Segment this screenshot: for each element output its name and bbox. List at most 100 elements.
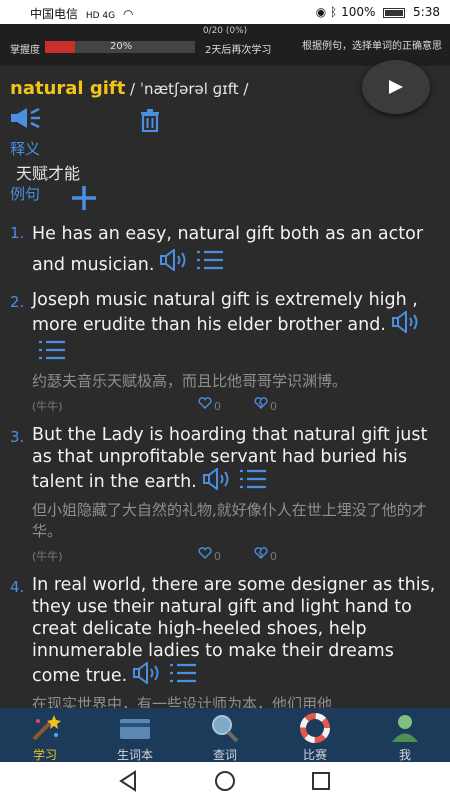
list-icon [239, 469, 266, 489]
example-number: 2. [10, 293, 25, 311]
list-icon [197, 250, 224, 270]
mastery-label: 掌握度 [10, 45, 40, 56]
status-bar: 中国电信 HD 4G ◠ ◉ ᛒ 100% 5:38 [0, 0, 450, 24]
like-button[interactable]: 0 [198, 397, 221, 413]
tab-label: 学习 [32, 748, 57, 762]
example-translation: 在现实世界中，有一些设计师为本，他们用他 [32, 695, 333, 708]
tab-study[interactable]: 学习 [0, 710, 90, 762]
tab-label: 比赛 [302, 748, 327, 762]
meaning-label: 释义 [10, 140, 41, 158]
bluetooth-icon: ᛒ [330, 5, 338, 19]
tab-lookup[interactable]: 查词 [180, 710, 270, 762]
instruction-hint: 根据例句，选择单词的正确意思 [302, 41, 442, 52]
play-button[interactable] [362, 60, 430, 114]
list-icon [39, 340, 65, 360]
example-list-button[interactable] [169, 662, 197, 690]
broken-heart-icon [254, 547, 268, 559]
example-number: 3. [10, 428, 25, 446]
battery-percent: 100% [341, 5, 376, 19]
clock: 5:38 [413, 5, 440, 19]
like-button[interactable]: 0 [198, 547, 221, 563]
megaphone-icon [11, 107, 40, 129]
example-translation: 但小姐隐藏了大自然的礼物,就好像仆人在世上埋没了他的才华。 [32, 501, 427, 540]
example-meta: (牛牛) 0 0 [32, 396, 440, 416]
tab-label: 生词本 [116, 748, 153, 762]
headword: natural gift [10, 78, 126, 99]
speaker-icon [160, 248, 186, 272]
example-speaker-button[interactable] [391, 310, 422, 339]
example-item: 3. But the Lady is hoarding that natural… [10, 424, 440, 566]
meaning-text: 天赋才能 [16, 164, 81, 183]
home-icon[interactable] [214, 770, 236, 792]
session-progress: 0/20 (0%) [202, 26, 248, 36]
example-sentence[interactable]: Joseph music natural gift is extremely h… [32, 290, 418, 335]
example-item: 2. Joseph music natural gift is extremel… [10, 289, 440, 416]
like-count: 0 [214, 399, 221, 413]
example-number: 1. [10, 224, 25, 242]
examples-label: 例句 [10, 185, 41, 203]
play-icon [389, 80, 403, 94]
study-info-bar: 0/20 (0%) 掌握度 20% 2天后再次学习 根据例句，选择单词的正确意思 [0, 24, 450, 66]
mastery-percent: 20% [110, 41, 133, 52]
pronounce-button[interactable] [10, 107, 42, 133]
battery-icon [383, 7, 406, 18]
dislike-count: 0 [270, 399, 277, 413]
example-sentence-container: Joseph music natural gift is extremely h… [32, 289, 440, 367]
example-translation: 约瑟夫音乐天赋极高，而且比他哥哥学识渊博。 [32, 372, 348, 390]
heart-icon [198, 547, 212, 559]
example-speaker-button[interactable] [160, 248, 190, 281]
recents-icon[interactable] [311, 770, 331, 792]
example-sentence[interactable]: In real world, there are some designer a… [32, 575, 435, 686]
example-list-button[interactable] [38, 339, 66, 367]
tab-label: 我 [398, 748, 411, 762]
phonetic: / ˈnætʃərəl ɡɪft / [130, 80, 249, 98]
example-source: (牛牛) [32, 400, 63, 413]
like-count: 0 [214, 549, 221, 563]
example-number: 4. [10, 578, 25, 596]
system-nav-bar [0, 762, 450, 800]
example-list-button[interactable] [239, 468, 267, 496]
speaker-icon [391, 310, 418, 334]
add-example-button[interactable] [70, 184, 98, 216]
speaker-icon [133, 661, 159, 685]
speaker-icon [202, 467, 229, 491]
example-item: 1. He has an easy, natural gift both as … [10, 220, 440, 281]
examples-list: 1. He has an easy, natural gift both as … [10, 220, 440, 708]
example-sentence[interactable]: He has an easy, natural gift both as an … [32, 224, 423, 275]
heart-icon [198, 397, 212, 409]
wifi-icon: ◠ [122, 7, 134, 21]
status-right: ◉ ᛒ 100% 5:38 [316, 5, 440, 19]
delete-button[interactable] [138, 108, 162, 136]
tab-contest[interactable]: 比赛 [270, 710, 360, 762]
network-indicator: HD 4G [85, 11, 116, 21]
dislike-count: 0 [270, 549, 277, 563]
wand-icon [32, 715, 61, 741]
example-speaker-button[interactable] [133, 661, 163, 690]
lifebuoy-icon [300, 713, 330, 743]
trash-icon [141, 109, 159, 133]
tab-vocab-book[interactable]: 生词本 [90, 710, 180, 762]
dislike-button[interactable]: 0 [254, 547, 277, 563]
example-sentence-container: In real world, there are some designer a… [32, 574, 440, 690]
carrier-label: 中国电信 [30, 7, 79, 21]
magnifier-icon [212, 715, 239, 743]
example-item: 4. In real world, there are some designe… [10, 574, 440, 708]
plus-icon [72, 186, 96, 210]
back-icon[interactable] [118, 770, 138, 792]
example-sentence-container: He has an easy, natural gift both as an … [32, 220, 440, 281]
status-left: 中国电信 HD 4G ◠ [30, 5, 133, 22]
example-meta: (牛牛) 0 0 [32, 546, 440, 566]
example-speaker-button[interactable] [202, 467, 233, 496]
tab-label: 查词 [212, 748, 237, 762]
card-icon [120, 719, 150, 739]
eye-icon: ◉ [315, 5, 327, 19]
list-icon [170, 663, 197, 683]
bottom-tab-bar: 学习 生词本 查词 比赛 我 [0, 708, 450, 762]
example-source: (牛牛) [32, 550, 63, 563]
mastery-bar-fill [45, 41, 75, 53]
tab-me[interactable]: 我 [360, 710, 450, 762]
next-review-text: 2天后再次学习 [205, 45, 272, 56]
dislike-button[interactable]: 0 [254, 397, 277, 413]
example-sentence-container: But the Lady is hoarding that natural gi… [32, 424, 440, 496]
example-list-button[interactable] [196, 249, 224, 281]
